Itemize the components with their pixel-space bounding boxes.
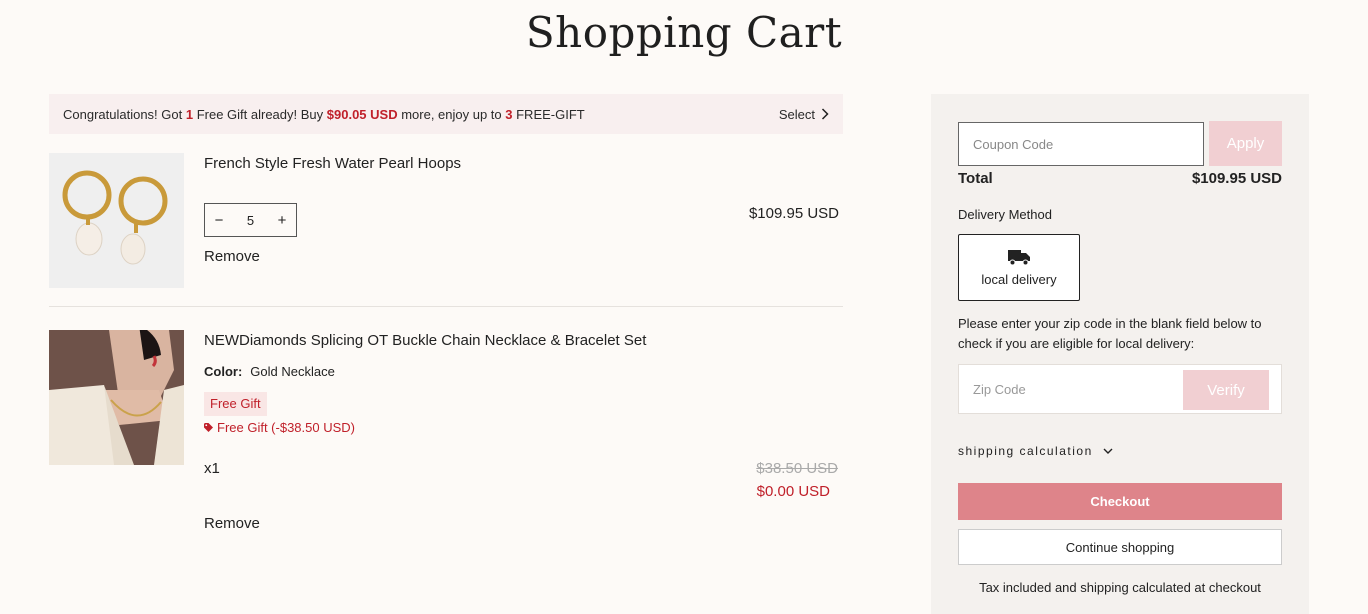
option-label: Color: (204, 364, 243, 379)
coupon-input[interactable]: Coupon Code (958, 122, 1204, 166)
quantity-value[interactable]: 5 (237, 213, 265, 228)
remove-button[interactable]: Remove (204, 515, 260, 532)
delivery-method-label: Delivery Method (958, 207, 1052, 222)
gift-banner-message: Congratulations! Got 1 Free Gift already… (63, 106, 585, 122)
checkout-button[interactable]: Checkout (958, 483, 1282, 520)
gift-banner: Congratulations! Got 1 Free Gift already… (49, 94, 843, 134)
plus-icon[interactable]: + (268, 212, 296, 229)
shipping-calculation-toggle[interactable]: shipping calculation (958, 444, 1113, 458)
total-value: $109.95 USD (1191, 170, 1282, 187)
item-option: Color: Gold Necklace (204, 364, 335, 379)
zip-instructions: Please enter your zip code in the blank … (958, 316, 1262, 351)
remove-button[interactable]: Remove (204, 248, 260, 265)
total-label: Total (958, 170, 993, 187)
zip-field-wrapper: Zip Code Verify (958, 364, 1282, 414)
divider (49, 306, 843, 307)
select-gift-link[interactable]: Select (779, 107, 829, 122)
max-gifts: 3 (505, 106, 513, 122)
option-value: Gold Necklace (250, 364, 335, 379)
continue-shopping-button[interactable]: Continue shopping (958, 529, 1282, 565)
quantity-stepper: − 5 + (204, 203, 297, 237)
chevron-right-icon (821, 108, 829, 120)
sale-price: $0.00 USD (756, 483, 830, 500)
necklace-model-image (49, 330, 184, 465)
total-row: Total $109.95 USD (958, 170, 1282, 187)
truck-icon (1008, 249, 1030, 265)
free-gift-badge: Free Gift (204, 392, 267, 416)
page-title: Shopping Cart (525, 8, 843, 57)
zip-code-input[interactable]: Zip Code (973, 382, 1026, 397)
chevron-down-icon (1103, 448, 1113, 454)
tax-note: Tax included and shipping calculated at … (979, 580, 1261, 595)
apply-button[interactable]: Apply (1209, 121, 1282, 166)
item-name[interactable]: NEWDiamonds Splicing OT Buckle Chain Nec… (204, 332, 646, 349)
delivery-option-local[interactable]: local delivery (958, 234, 1080, 301)
verify-button[interactable]: Verify (1183, 370, 1269, 410)
tag-icon (204, 423, 213, 432)
item-price: $109.95 USD (748, 205, 839, 222)
quantity-text: x1 (204, 460, 220, 477)
product-image-pearl-hoops[interactable] (49, 153, 184, 288)
gift-amount: $90.05 USD (326, 106, 398, 122)
product-image-necklace-set[interactable] (49, 330, 184, 465)
minus-icon[interactable]: − (205, 212, 233, 229)
original-price: $38.50 USD (756, 460, 838, 477)
gift-count: 1 (185, 106, 194, 122)
pearl-hoops-image (49, 153, 184, 288)
item-name[interactable]: French Style Fresh Water Pearl Hoops (204, 155, 461, 172)
gift-discount: Free Gift (-$38.50 USD) (204, 420, 355, 435)
